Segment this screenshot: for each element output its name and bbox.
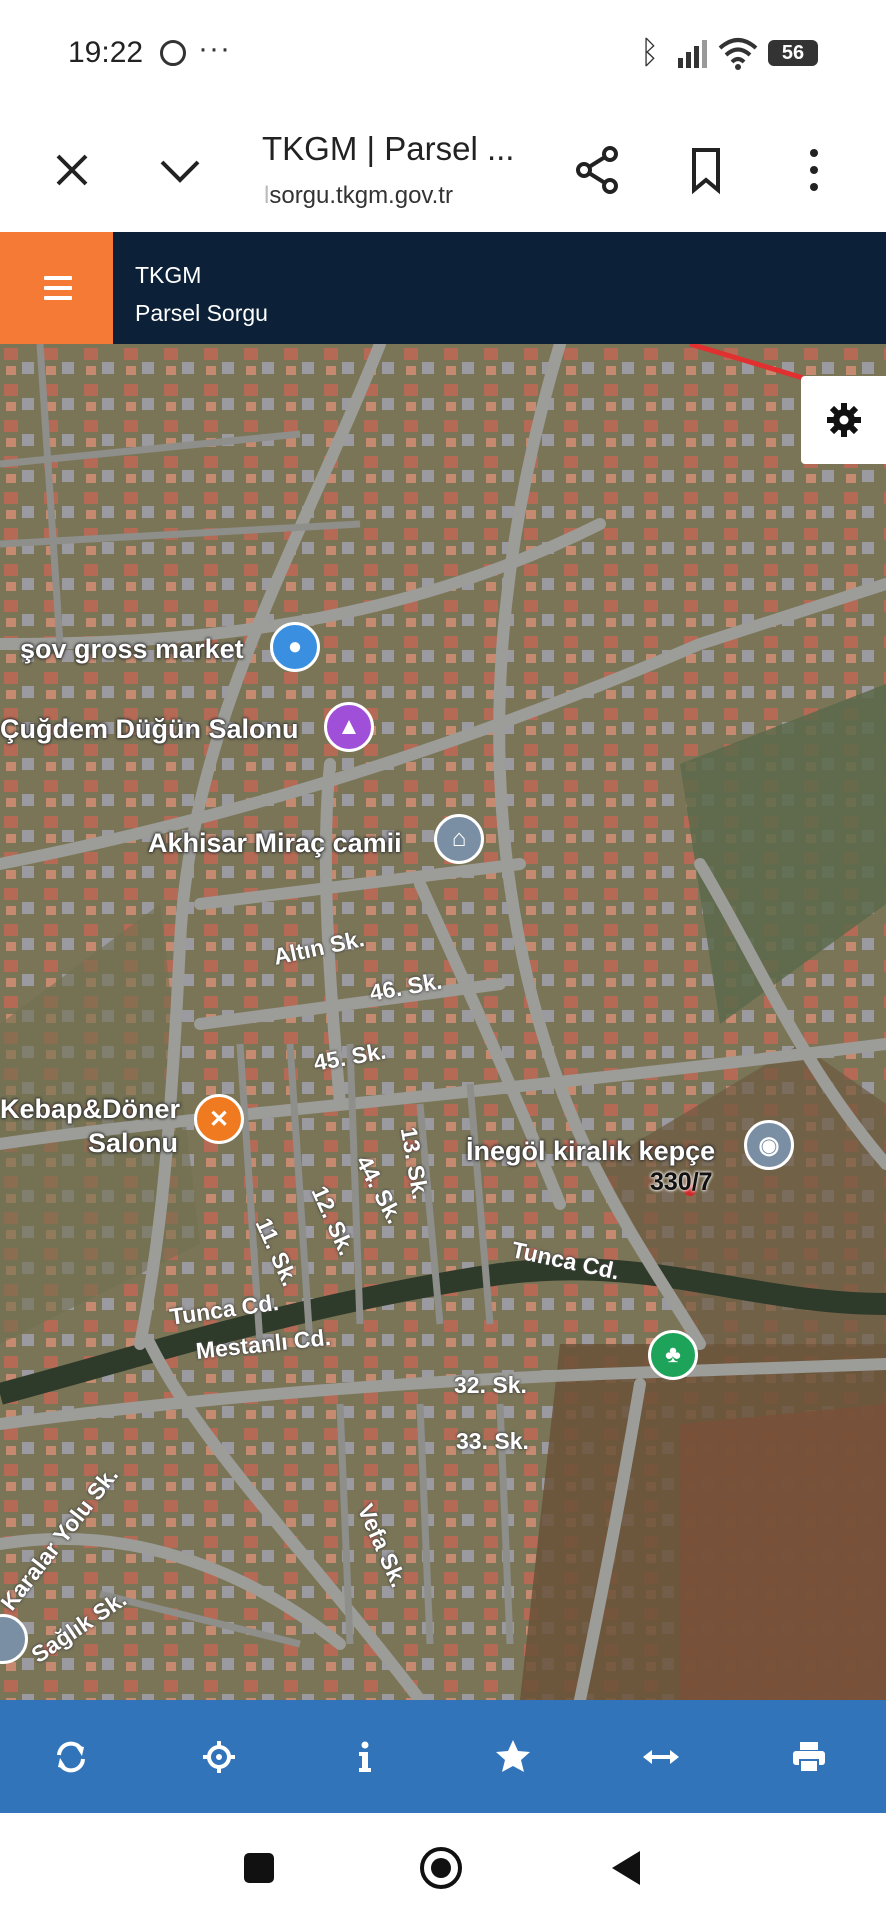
print-button[interactable] xyxy=(780,1728,838,1786)
locate-icon xyxy=(203,1741,235,1773)
place-label: Kebap&Döner xyxy=(0,1094,181,1124)
menu-icon-bar xyxy=(44,296,72,300)
close-icon[interactable] xyxy=(42,140,102,200)
shopping-bag-icon[interactable]: ● xyxy=(270,622,320,672)
home-icon xyxy=(431,1858,451,1878)
satellite-map[interactable]: şov gross market ● Çuğdem Düğün Salonu ▲… xyxy=(0,344,886,1700)
place-pin-icon[interactable]: ◉ xyxy=(744,1120,794,1170)
map-toolbar xyxy=(0,1700,886,1813)
app-header: TKGM Parsel Sorgu xyxy=(0,232,886,344)
place-label: Çuğdem Düğün Salonu xyxy=(0,714,299,744)
road-label: 32. Sk. xyxy=(454,1372,527,1398)
road-label: 33. Sk. xyxy=(456,1428,529,1454)
bookmark-icon[interactable] xyxy=(676,140,736,200)
locate-button[interactable] xyxy=(190,1728,248,1786)
battery-indicator: 56 xyxy=(768,40,818,66)
gear-icon xyxy=(826,403,861,437)
chevron-down-icon[interactable] xyxy=(150,140,210,200)
menu-icon xyxy=(44,276,72,280)
info-button[interactable] xyxy=(336,1728,394,1786)
status-time: 19:22 xyxy=(68,36,144,69)
home-button[interactable] xyxy=(420,1847,462,1889)
page-url[interactable]: lsorgu.tkgm.gov.tr xyxy=(264,182,453,210)
bluetooth-icon: ᛒ xyxy=(640,34,660,70)
wifi-icon xyxy=(718,38,758,70)
menu-icon-bar xyxy=(44,286,72,290)
app-title: TKGM xyxy=(135,262,202,288)
place-label: şov gross market xyxy=(20,634,244,664)
event-venue-icon[interactable]: ▲ xyxy=(324,702,374,752)
refresh-button[interactable] xyxy=(42,1728,100,1786)
more-notifications-icon: ··· xyxy=(198,32,231,65)
back-button[interactable] xyxy=(608,1849,642,1887)
place-label: Salonu xyxy=(88,1128,179,1158)
info-icon xyxy=(359,1741,371,1772)
measure-icon xyxy=(643,1750,679,1764)
print-icon xyxy=(793,1742,825,1773)
settings-button[interactable] xyxy=(801,376,886,464)
refresh-icon xyxy=(57,1741,85,1773)
signal-icon xyxy=(678,40,707,68)
page-title[interactable]: TKGM | Parsel ... xyxy=(262,130,514,168)
favorite-button[interactable] xyxy=(484,1728,542,1786)
place-label: İnegöl kiralık kepçe xyxy=(466,1136,716,1166)
park-icon[interactable]: ♣ xyxy=(648,1330,698,1380)
share-icon[interactable] xyxy=(568,140,628,200)
parcel-label: 330/7 xyxy=(650,1168,713,1196)
map-imagery xyxy=(0,344,886,1700)
browser-bar: TKGM | Parsel ... lsorgu.tkgm.gov.tr xyxy=(0,110,886,232)
measure-button[interactable] xyxy=(632,1728,690,1786)
place-label: Akhisar Miraç camii xyxy=(148,828,402,858)
more-options-icon[interactable] xyxy=(784,140,844,200)
whatsapp-icon xyxy=(160,40,186,66)
star-icon xyxy=(496,1740,530,1772)
hamburger-menu-button[interactable] xyxy=(0,232,113,344)
app-subtitle: Parsel Sorgu xyxy=(135,300,268,326)
system-nav-bar xyxy=(0,1813,886,1920)
mosque-icon[interactable]: ⌂ xyxy=(434,814,484,864)
status-bar: 19:22 ··· ᛒ 56 xyxy=(0,0,886,110)
restaurant-icon[interactable]: ✕ xyxy=(194,1094,244,1144)
recents-button[interactable] xyxy=(244,1853,274,1883)
url-host: sorgu.tkgm.gov.tr xyxy=(269,182,453,209)
